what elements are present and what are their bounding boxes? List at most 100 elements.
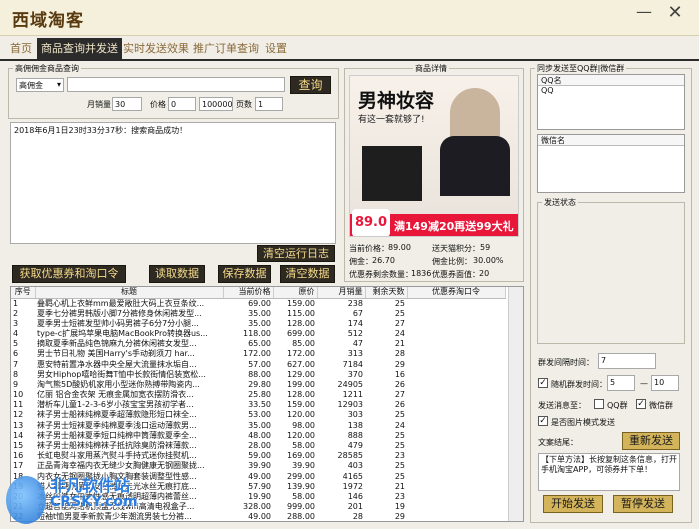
price-min-input[interactable]: 0 — [168, 97, 196, 111]
table-cell: 699.00 — [287, 328, 315, 338]
current-price-label: 当前价格： — [349, 244, 389, 253]
watermark: 非凡软件站 CRSKY.com — [0, 470, 170, 529]
pause-send-button[interactable]: 暂停发送 — [613, 495, 673, 513]
column-header[interactable]: 原价 — [273, 287, 318, 299]
column-header[interactable]: 序号 — [11, 287, 36, 299]
start-send-button[interactable]: 开始发送 — [543, 495, 603, 513]
close-icon[interactable]: ✕ — [664, 3, 686, 25]
table-row[interactable]: 6 男士节日礼物 美国Harry's手动剃须刀 har... 172.00 172.0… — [11, 349, 505, 359]
table-cell: 67 — [352, 308, 363, 318]
table-row[interactable]: 5 摘取夏季新品纯色锦麻九分裤休闲裤女发型... 65.00 85.00 47 21 — [11, 339, 505, 349]
copy-text-area[interactable]: 【下单方法】长按复制这条信息，打开手机淘宝APP，可领券并下单！ — [538, 453, 680, 491]
minimize-icon[interactable]: — — [634, 4, 654, 24]
commission-dropdown[interactable]: 高佣金 ▾ — [16, 78, 64, 92]
resend-button[interactable]: 重新发送 — [622, 432, 680, 450]
run-log[interactable]: 2018年6月1日23时33分37秒：搜索商品成功！ — [10, 122, 336, 244]
page-input[interactable]: 1 — [255, 97, 283, 111]
table-cell: 25 — [394, 410, 405, 420]
random-max-input[interactable]: 10 — [651, 375, 679, 391]
query-button[interactable]: 查询 — [290, 76, 331, 94]
commission-label: 佣金： — [349, 257, 373, 266]
table-cell: 201 — [347, 502, 363, 512]
table-cell: 亿丽 铝合金衣架 无痕金属加宽衣摆防滑衣... — [37, 390, 194, 400]
interval-input[interactable]: 7 — [598, 353, 656, 369]
table-cell: 7 — [13, 359, 19, 369]
table-row[interactable]: 12 袜子男士船袜纯棉夏季超薄款隐形短口袜全... 53.00 120.00 303 25 — [11, 410, 505, 420]
img-promo: 满149减20再送99大礼包 — [394, 220, 514, 233]
tab-realtime-effect[interactable]: 实时发送效果 — [119, 38, 193, 59]
column-header[interactable]: 剩余天数 — [365, 287, 408, 299]
keyword-input[interactable] — [67, 77, 285, 92]
table-cell: 128.00 — [287, 390, 315, 400]
table-cell: 25 — [394, 471, 405, 481]
table-cell: 98.00 — [292, 420, 315, 430]
qq-item[interactable]: QQ — [538, 86, 684, 95]
read-data-button[interactable]: 读取数据 — [149, 265, 205, 283]
table-row[interactable]: 2 夏季七分裤男韩版小脚7分裤修身休闲裤发型... 35.00 115.00 67 25 — [11, 309, 505, 319]
random-send-checkbox[interactable]: ✓ — [538, 378, 548, 388]
table-row[interactable]: 1 叠羁心机上衣鲜mm最爱敞肚大码上衣豆条纹... 69.00 159.00 238 25 — [11, 298, 505, 309]
table-row[interactable]: 11 潜析车儿童1-2-3-6岁小孩宝宝男孩初学者... 33.50 159.00 12… — [11, 400, 505, 410]
qq-group-list[interactable]: QQ名 QQ — [537, 74, 685, 130]
column-header[interactable]: 当前价格 — [223, 287, 274, 299]
monthly-sales-input[interactable]: 30 — [112, 97, 142, 111]
get-coupon-button[interactable]: 获取优惠券和淘口令 — [12, 265, 126, 283]
table-row[interactable]: 15 袜子男士船袜纯棉袜子抵抗除臭防滑袜薄款... 28.00 58.00 479 25 — [11, 441, 505, 451]
column-header[interactable]: 优惠券淘口令 — [407, 287, 506, 299]
wechat-group-option-label: 微信群 — [649, 401, 673, 410]
clear-data-button[interactable]: 清空数据 — [280, 265, 335, 283]
table-cell — [407, 298, 505, 309]
table-row[interactable]: 8 男女Hiphop嘻哈街舞T恤中长款街情侣装宽松... 88.00 129.00 37… — [11, 370, 505, 380]
table-cell: 120.00 — [287, 430, 315, 440]
table-cell: 28 — [394, 349, 405, 359]
image-mode-checkbox[interactable]: ✓ — [538, 416, 548, 426]
random-min-input[interactable]: 5 — [607, 375, 635, 391]
table-cell: 57.90 — [248, 481, 271, 491]
table-cell: 85.00 — [292, 339, 315, 349]
clear-log-button[interactable]: 清空运行日志 — [257, 245, 335, 262]
table-cell: 1211 — [342, 390, 363, 400]
img-sub: 有这一套就够了! — [358, 115, 425, 125]
table-row[interactable]: 9 淘气熊5D酸奶机家用小型迷你熟搏带陶瓷内... 29.80 199.00 24905… — [11, 380, 505, 390]
table-cell: type-c扩展坞苹果电脑MacBookPro转换器us... — [37, 328, 208, 338]
send-status-legend: 发送状态 — [544, 198, 576, 207]
price-max-input[interactable]: 100000 — [199, 97, 233, 111]
table-cell: 男士节日礼物 美国Harry's手动剃须刀 har... — [37, 349, 195, 359]
table-row[interactable]: 13 袜子男士短袜夏季纯棉夏季浅口运动薄款男... 35.00 98.00 138 24 — [11, 421, 505, 431]
table-row[interactable]: 7 惠安特前置净水器中央全屋大流量抹水垢自... 57.00 627.00 7184 29 — [11, 359, 505, 369]
tab-order-query[interactable]: 推广订单查询 — [189, 38, 263, 59]
table-cell: 25 — [394, 308, 405, 318]
table-cell: 淘气熊5D酸奶机家用小型迷你熟搏带陶瓷内... — [37, 379, 200, 389]
table-cell — [407, 370, 505, 380]
qq-group-checkbox[interactable] — [594, 399, 604, 409]
table-cell — [407, 410, 505, 420]
table-cell: 199.00 — [287, 379, 315, 389]
table-scrollbar[interactable] — [508, 287, 523, 521]
save-data-button[interactable]: 保存数据 — [218, 265, 271, 283]
coupon-value-value: 20 — [479, 269, 490, 278]
app-title: 西域淘客 — [12, 11, 84, 31]
table-cell: 2 — [13, 308, 19, 318]
table-cell: 328.00 — [243, 502, 271, 512]
watermark-logo-icon — [6, 476, 46, 524]
tab-home[interactable]: 首页 — [6, 38, 36, 59]
commission-rate-value: 30.00% — [473, 256, 504, 265]
table-cell: 139.90 — [287, 481, 315, 491]
tab-product-query[interactable]: 商品查询并发送 — [37, 38, 122, 59]
table-cell: 24 — [394, 420, 405, 430]
price-label: 价格 — [150, 100, 166, 109]
table-row[interactable]: 10 亿丽 铝合金衣架 无痕金属加宽衣摆防滑衣... 25.80 128.00 1211… — [11, 390, 505, 400]
table-row[interactable]: 14 袜子男士船袜夏季短口纯棉中筒薄款夏季全... 48.00 120.00 888 25 — [11, 431, 505, 441]
table-row[interactable]: 16 长虹电熨斗家用蒸汽熨斗手持式迷你挂熨机... 59.00 169.00 28585… — [11, 451, 505, 461]
table-cell: 叠羁心机上衣鲜mm最爱敞肚大码上衣豆条纹... — [37, 298, 205, 308]
table-cell: 25 — [394, 441, 405, 451]
table-row[interactable]: 4 type-c扩展坞苹果电脑MacBookPro转换器us... 118.00 69… — [11, 329, 505, 339]
column-header[interactable]: 标题 — [35, 287, 224, 299]
tab-settings[interactable]: 设置 — [261, 38, 291, 59]
table-row[interactable]: 3 夏季男士短裤发型帅小码男裤子6分7分小腿... 35.00 128.00 174 27 — [11, 319, 505, 329]
wechat-group-checkbox[interactable]: ✓ — [636, 399, 646, 409]
wechat-group-list[interactable]: 微信名 — [537, 134, 685, 193]
table-cell: 28.00 — [248, 441, 271, 451]
column-header[interactable]: 月销量 — [317, 287, 366, 299]
table-cell: 159.00 — [287, 400, 315, 410]
